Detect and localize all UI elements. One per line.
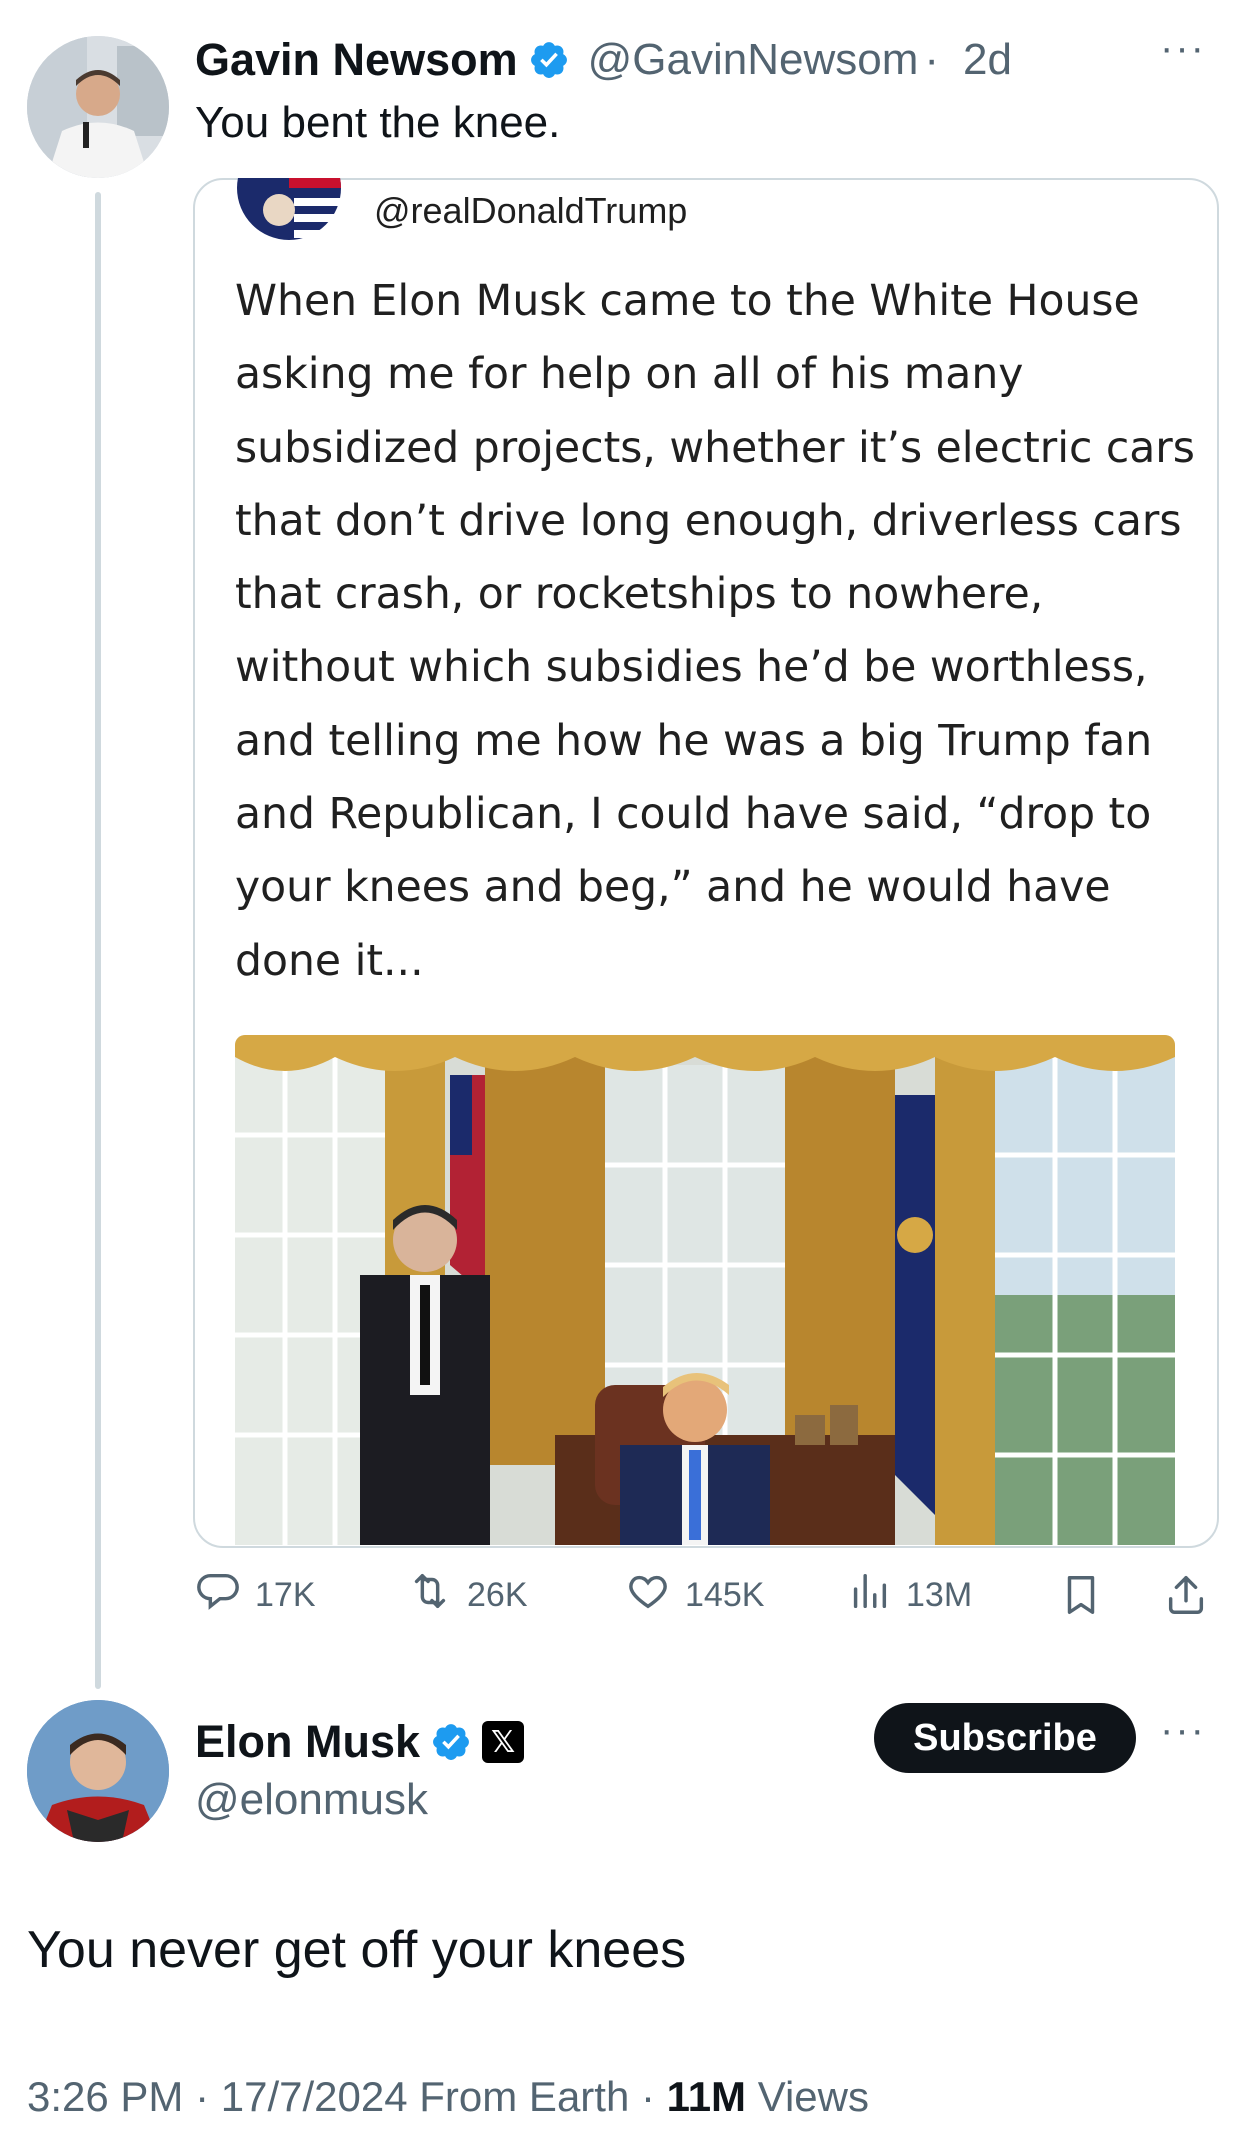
- gavin-newsom-avatar[interactable]: [27, 36, 169, 178]
- verified-badge-icon: [528, 39, 570, 81]
- like-button[interactable]: 145K: [625, 1568, 764, 1623]
- repost-icon: [407, 1568, 453, 1623]
- more-icon[interactable]: ···: [1160, 26, 1206, 71]
- bookmark-icon: [1058, 1572, 1104, 1627]
- views-icon: [846, 1568, 892, 1623]
- tweet-header: Gavin Newsom @GavinNewsom · 2d: [195, 30, 1012, 90]
- views-label: Views: [746, 2073, 869, 2120]
- like-icon: [625, 1568, 671, 1623]
- reply-button[interactable]: 17K: [195, 1568, 316, 1623]
- views-button[interactable]: 13M: [846, 1568, 972, 1623]
- reply-icon: [195, 1568, 241, 1623]
- reply-text: You never get off your knees: [27, 1921, 687, 1979]
- author-name[interactable]: Gavin Newsom: [195, 34, 518, 86]
- share-icon: [1163, 1572, 1209, 1627]
- post-source: From Earth: [407, 2073, 630, 2120]
- bookmark-button[interactable]: [1058, 1572, 1104, 1627]
- quoted-photo[interactable]: [235, 1035, 1175, 1545]
- separator: ·: [629, 2073, 667, 2120]
- separator: ·: [924, 35, 940, 84]
- separator: ·: [183, 2073, 221, 2120]
- post-time[interactable]: 3:26 PM: [27, 2073, 183, 2120]
- verified-badge-icon: [430, 1721, 472, 1763]
- reply-author-handle[interactable]: @elonmusk: [195, 1775, 428, 1825]
- repost-button[interactable]: 26K: [407, 1568, 528, 1623]
- quoted-handle: @realDonaldTrump: [374, 190, 688, 231]
- thread-line: [95, 192, 101, 1689]
- timestamp[interactable]: 2d: [963, 35, 1012, 85]
- views-count: 13M: [906, 1576, 973, 1614]
- reply-count: 17K: [255, 1576, 316, 1614]
- views-count: 11M: [666, 2073, 747, 2120]
- subscribe-button[interactable]: Subscribe: [874, 1703, 1136, 1773]
- quoted-avatar: [234, 148, 344, 248]
- like-count: 145K: [685, 1576, 765, 1614]
- post-date[interactable]: 17/7/2024: [221, 2073, 408, 2120]
- repost-count: 26K: [467, 1576, 528, 1614]
- x-logo-icon: 𝕏: [482, 1721, 525, 1763]
- more-icon[interactable]: ···: [1160, 1708, 1206, 1753]
- elon-musk-avatar[interactable]: [27, 1700, 169, 1842]
- reply-author-name[interactable]: Elon Musk: [195, 1716, 420, 1768]
- tweet-meta: 3:26 PM · 17/7/2024 From Earth · 11M Vie…: [27, 2073, 869, 2121]
- tweet-text: You bent the knee.: [195, 98, 561, 147]
- share-button[interactable]: [1163, 1572, 1209, 1627]
- quoted-text: When Elon Musk came to the White House a…: [235, 277, 1195, 986]
- reply-header: Elon Musk 𝕏: [195, 1712, 525, 1772]
- author-handle[interactable]: @GavinNewsom: [588, 35, 919, 85]
